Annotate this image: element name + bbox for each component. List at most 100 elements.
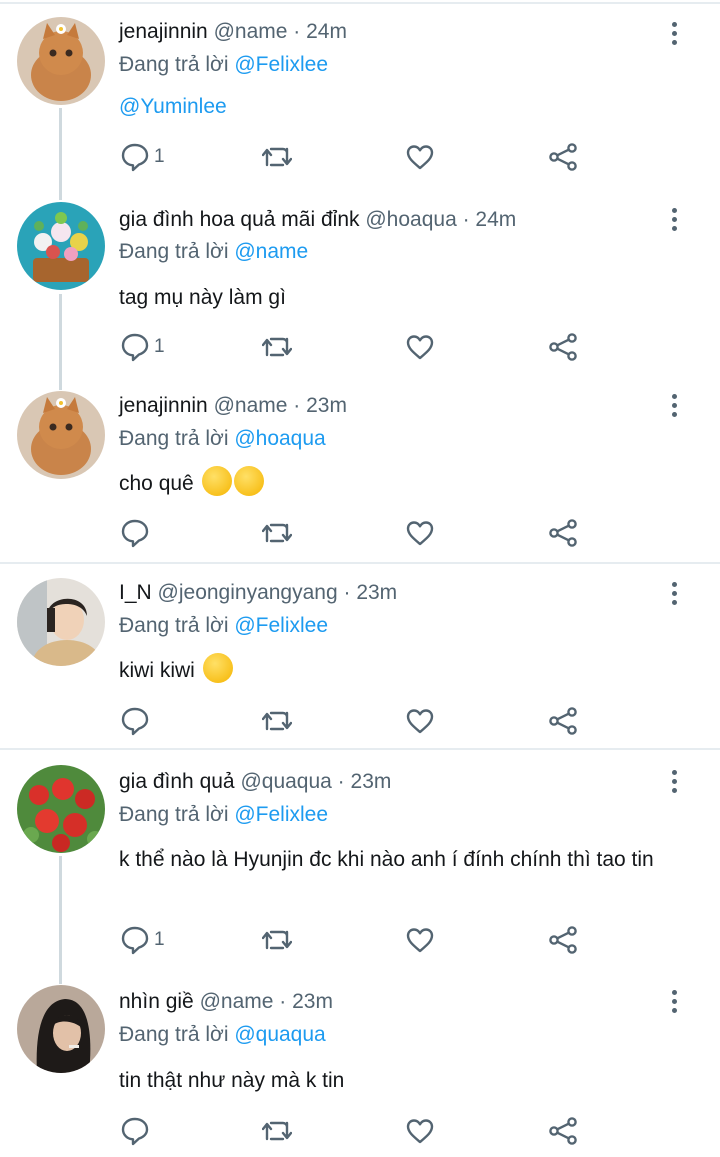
reply-button[interactable]: 1 [120, 142, 165, 174]
heart-icon [406, 1119, 434, 1144]
reply-button[interactable]: 1 [120, 332, 165, 364]
like-button[interactable] [405, 925, 435, 957]
more-options-button[interactable] [660, 987, 688, 1017]
tweet-actions: 1 [0, 142, 720, 178]
share-button[interactable] [548, 142, 578, 174]
like-button[interactable] [405, 332, 435, 364]
replying-to: Đang trả lời @quaqua [119, 1022, 326, 1048]
reply-button[interactable] [120, 706, 150, 738]
reply-mention-link[interactable]: @hoaqua [234, 427, 325, 450]
retweet-icon [262, 523, 292, 543]
share-button[interactable] [548, 706, 578, 738]
tweet[interactable]: nhìn giề @name · 23m Đang trả lời @quaqu… [0, 970, 720, 1157]
avatar[interactable] [17, 391, 105, 479]
handle-time: @jeonginyangyang · 23m [157, 581, 398, 604]
tweet-actions [0, 1116, 720, 1152]
like-button[interactable] [405, 518, 435, 550]
retweet-button[interactable] [262, 142, 292, 174]
reply-mention-link[interactable]: @quaqua [234, 1023, 325, 1046]
reply-button[interactable] [120, 1116, 150, 1148]
reply-mention-link[interactable]: @name [234, 240, 308, 263]
display-name[interactable]: gia đình quả [119, 770, 235, 793]
like-button[interactable] [405, 706, 435, 738]
display-name[interactable]: jenajinnin [119, 20, 208, 43]
person-avatar-image [17, 578, 105, 666]
avatar[interactable] [17, 202, 105, 290]
avatar[interactable] [17, 578, 105, 666]
tweet[interactable]: gia đình quả @quaqua · 23m Đang trả lời … [0, 750, 720, 970]
display-name[interactable]: jenajinnin [119, 394, 208, 417]
heart-icon [406, 521, 434, 546]
more-vertical-icon [672, 394, 677, 399]
reply-mention-link[interactable]: @Felixlee [234, 614, 328, 637]
retweet-icon [262, 337, 292, 357]
reply-count: 1 [154, 146, 165, 167]
mention-link[interactable]: @Yuminlee [119, 95, 227, 118]
heart-icon [406, 709, 434, 734]
share-icon [549, 707, 577, 735]
display-name[interactable]: gia đình hoa quả mãi đỉnk [119, 208, 360, 231]
replying-to: Đang trả lời @Felixlee [119, 802, 328, 828]
reply-button[interactable] [120, 518, 150, 550]
retweet-button[interactable] [262, 518, 292, 550]
share-icon [549, 926, 577, 954]
tweet-actions: 1 [0, 925, 720, 961]
reply-mention-link[interactable]: @Felixlee [234, 53, 328, 76]
comment-icon [121, 1117, 149, 1146]
share-button[interactable] [548, 332, 578, 364]
reply-button[interactable]: 1 [120, 925, 165, 957]
more-options-button[interactable] [660, 767, 688, 797]
avatar[interactable] [17, 985, 105, 1073]
replying-to: Đang trả lời @name [119, 239, 308, 265]
comment-icon [121, 143, 149, 172]
tweet-actions [0, 706, 720, 742]
handle-time: @name · 23m [213, 394, 347, 417]
retweet-button[interactable] [262, 925, 292, 957]
like-button[interactable] [405, 1116, 435, 1148]
share-button[interactable] [548, 925, 578, 957]
reply-count: 1 [154, 336, 165, 357]
tweet[interactable]: gia đình hoa quả mãi đỉnk @hoaqua · 24m … [0, 190, 720, 376]
reply-prefix: Đang trả lời [119, 427, 229, 450]
like-button[interactable] [405, 142, 435, 174]
more-options-button[interactable] [660, 391, 688, 421]
tweet-actions: 1 [0, 332, 720, 368]
more-options-button[interactable] [660, 19, 688, 49]
handle-time: @name · 23m [199, 990, 333, 1013]
share-icon [549, 333, 577, 361]
share-button[interactable] [548, 1116, 578, 1148]
share-button[interactable] [548, 518, 578, 550]
tweet-text: cho quê [119, 466, 699, 501]
cat-avatar-image [17, 17, 105, 105]
avatar[interactable] [17, 765, 105, 853]
comment-icon [121, 333, 149, 362]
handle-time: @name · 24m [213, 20, 347, 43]
tweet[interactable]: jenajinnin @name · 24m Đang trả lời @Fel… [0, 0, 720, 190]
more-options-button[interactable] [660, 579, 688, 609]
avatar[interactable] [17, 17, 105, 105]
tweet-text: tin thật như này mà k tin [119, 1069, 345, 1092]
display-name[interactable]: nhìn giề [119, 990, 194, 1013]
tweet-actions [0, 518, 720, 554]
handle-time: @quaqua · 23m [240, 770, 392, 793]
reply-prefix: Đang trả lời [119, 53, 229, 76]
display-name[interactable]: I_N [119, 581, 152, 604]
tweet-text-content: cho quê [119, 472, 194, 495]
comment-icon [121, 926, 149, 955]
retweet-icon [262, 711, 292, 731]
flowers-avatar-image [17, 202, 105, 290]
tweet[interactable]: I_N @jeonginyangyang · 23m Đang trả lời … [0, 564, 720, 748]
more-vertical-icon [672, 770, 677, 775]
more-vertical-icon [672, 990, 677, 995]
reply-mention-link[interactable]: @Felixlee [234, 803, 328, 826]
more-options-button[interactable] [660, 205, 688, 235]
reply-prefix: Đang trả lời [119, 803, 229, 826]
comment-icon [121, 707, 149, 736]
tweet[interactable]: jenajinnin @name · 23m Đang trả lời @hoa… [0, 376, 720, 562]
strawberries-avatar-image [17, 765, 105, 853]
person-avatar-image [17, 985, 105, 1073]
retweet-button[interactable] [262, 332, 292, 364]
retweet-button[interactable] [262, 1116, 292, 1148]
retweet-icon [262, 147, 292, 167]
retweet-button[interactable] [262, 706, 292, 738]
